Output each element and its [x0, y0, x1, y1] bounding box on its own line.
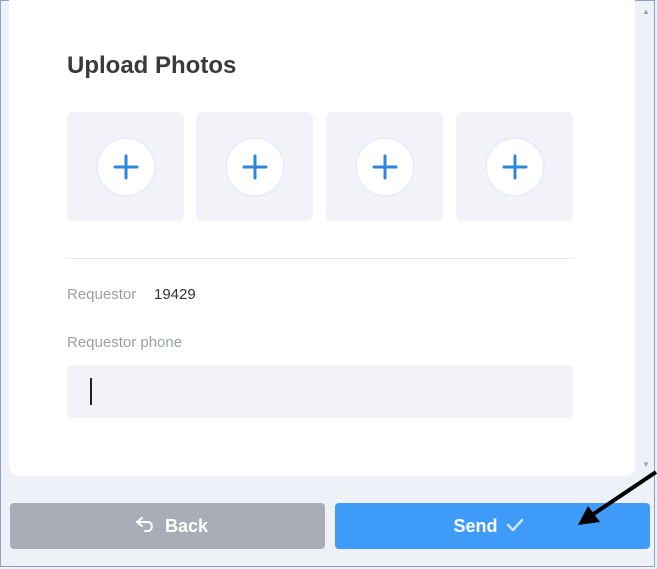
add-photo-button[interactable] — [226, 138, 283, 195]
requestor-phone-label: Requestor phone — [67, 334, 183, 351]
scroll-up-arrow-icon[interactable]: ▲ — [642, 8, 650, 16]
back-button-label: Back — [164, 515, 209, 536]
plus-icon — [242, 154, 267, 179]
scroll-down-arrow-icon[interactable]: ▼ — [642, 461, 650, 469]
requestor-value: 19429 — [154, 286, 196, 303]
back-button[interactable]: Back — [10, 503, 325, 549]
plus-icon — [372, 154, 397, 179]
plus-icon — [113, 154, 138, 179]
checkmark-icon — [506, 516, 524, 537]
add-photo-slot-1[interactable] — [67, 112, 184, 221]
undo-arrow-icon — [135, 516, 157, 537]
add-photo-slot-2[interactable] — [196, 112, 313, 221]
add-photo-button[interactable] — [486, 138, 543, 195]
send-button-label: Send — [453, 515, 498, 536]
pointer-arrow-icon — [578, 470, 657, 525]
upload-photos-title: Upload Photos — [67, 52, 237, 79]
text-cursor — [90, 378, 92, 405]
plus-icon — [502, 154, 527, 179]
add-photo-slot-4[interactable] — [456, 112, 573, 221]
add-photo-button[interactable] — [97, 138, 154, 195]
requestor-phone-input[interactable] — [67, 365, 573, 418]
add-photo-slot-3[interactable] — [326, 112, 443, 221]
section-divider — [67, 258, 573, 259]
requestor-label: Requestor — [67, 286, 137, 303]
add-photo-button[interactable] — [356, 138, 413, 195]
